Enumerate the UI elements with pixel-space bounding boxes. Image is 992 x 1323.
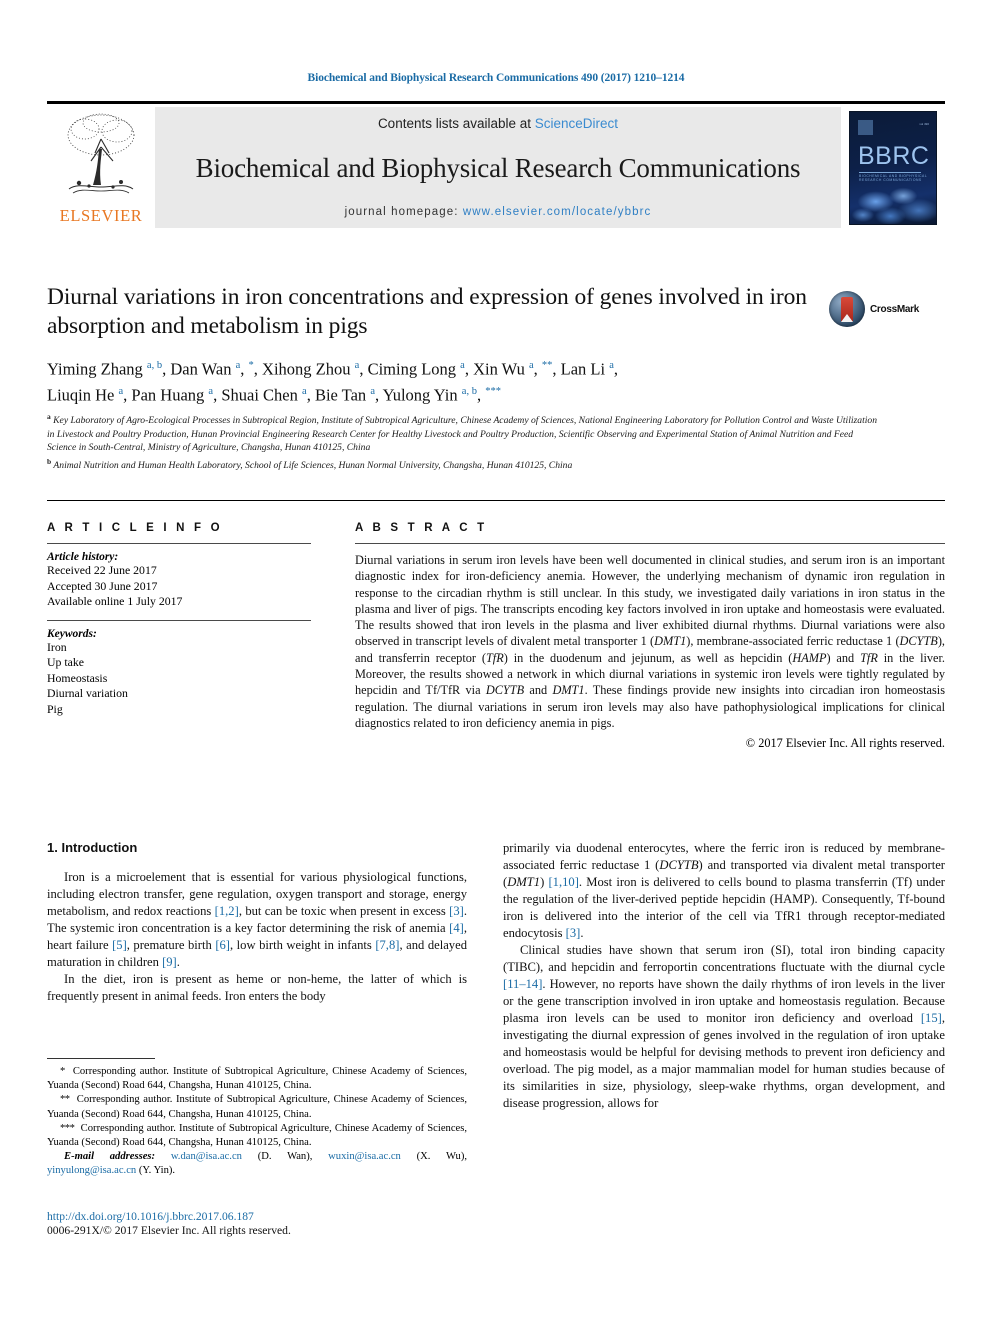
keywords-list: Iron Up take Homeostasis Diurnal variati… xyxy=(47,640,311,718)
affiliation-a: a Key Laboratory of Agro-Ecological Proc… xyxy=(47,412,877,454)
footnote-divider xyxy=(47,1058,155,1059)
corresponding-author-footnotes: * Corresponding author. Institute of Sub… xyxy=(47,1058,467,1179)
section-heading-introduction: 1. Introduction xyxy=(47,840,138,855)
cover-title: BBRC xyxy=(858,141,930,170)
paper-page: Biochemical and Biophysical Research Com… xyxy=(0,0,992,1323)
crossmark-icon xyxy=(829,291,865,327)
masthead-center: Contents lists available at ScienceDirec… xyxy=(155,107,841,228)
footnote-email-addresses[interactable]: E-mail addresses: w.dan@isa.ac.cn (D. Wa… xyxy=(47,1150,467,1178)
crossmark-label: CrossMark xyxy=(870,303,919,315)
issn-copyright-line: 0006-291X/© 2017 Elsevier Inc. All right… xyxy=(47,1224,291,1237)
crossmark-badge[interactable]: CrossMark xyxy=(829,288,947,330)
journal-title: Biochemical and Biophysical Research Com… xyxy=(195,153,801,183)
intro-paragraph-1: Iron is a microelement that is essential… xyxy=(47,870,467,969)
body-column-left: 1. Introduction Iron is a microelement t… xyxy=(47,840,467,1005)
affiliation-b-text: Animal Nutrition and Human Health Labora… xyxy=(53,460,573,472)
author-list: Yiming Zhang a, b, Dan Wan a, *, Xihong … xyxy=(47,355,847,407)
contents-available-line: Contents lists available at ScienceDirec… xyxy=(378,116,618,131)
affiliations: a Key Laboratory of Agro-Ecological Proc… xyxy=(47,410,877,473)
title-area: Diurnal variations in iron concentration… xyxy=(47,283,837,341)
author-line-1: Yiming Zhang a, b, Dan Wan a, *, Xihong … xyxy=(47,359,618,379)
abstract-divider xyxy=(355,543,945,544)
intro-paragraph-2: In the diet, iron is present as heme or … xyxy=(47,972,467,1003)
intro-paragraph-4: Clinical studies have shown that serum i… xyxy=(503,943,945,1110)
keyword-item: Pig xyxy=(47,701,63,716)
keyword-item: Iron xyxy=(47,639,67,654)
keywords-label: Keywords: xyxy=(47,627,97,640)
accepted-date: Accepted 30 June 2017 xyxy=(47,578,158,593)
journal-masthead: ELSEVIER Contents lists available at Sci… xyxy=(47,101,945,228)
homepage-prefix: journal homepage: xyxy=(344,206,463,218)
cover-subtitle: BIOCHEMICAL AND BIOPHYSICAL RESEARCH COM… xyxy=(859,173,928,182)
elsevier-wordmark: ELSEVIER xyxy=(59,206,143,225)
cover-emblem-icon xyxy=(858,119,873,135)
cover-divider xyxy=(859,171,921,173)
abstract-text: Diurnal variations in serum iron levels … xyxy=(355,553,945,730)
author-line-2: Liuqin He a, Pan Huang a, Shuai Chen a, … xyxy=(47,385,501,405)
running-head: Biochemical and Biophysical Research Com… xyxy=(307,72,685,84)
article-history-label: Article history: xyxy=(47,551,119,563)
panel-top-divider xyxy=(47,500,945,501)
journal-homepage-line: journal homepage: www.elsevier.com/locat… xyxy=(345,206,652,218)
page-title: Diurnal variations in iron concentration… xyxy=(47,284,807,339)
footnote-1: * Corresponding author. Institute of Sub… xyxy=(47,1066,467,1092)
abstract-copyright: © 2017 Elsevier Inc. All rights reserved… xyxy=(745,736,945,751)
keyword-item: Up take xyxy=(47,655,85,669)
info-abstract-panel: A R T I C L E I N F O Article history: R… xyxy=(47,500,945,750)
homepage-url-link[interactable]: www.elsevier.com/locate/ybbrc xyxy=(463,206,652,218)
abstract-block: A B S T R A C T Diurnal variations in se… xyxy=(355,522,945,751)
affiliation-b: b Animal Nutrition and Human Health Labo… xyxy=(47,456,573,472)
abstract-heading: A B S T R A C T xyxy=(355,522,488,534)
footnote-2: ** Corresponding author. Institute of Su… xyxy=(47,1094,467,1120)
affiliation-a-text: Key Laboratory of Agro-Ecological Proces… xyxy=(47,415,877,454)
sciencedirect-link[interactable]: ScienceDirect xyxy=(535,116,618,131)
journal-cover-thumbnail: vol 490 BBRC BIOCHEMICAL AND BIOPHYSICAL… xyxy=(841,107,945,228)
keyword-item: Homeostasis xyxy=(47,670,108,685)
elsevier-logo: ELSEVIER xyxy=(47,107,155,228)
available-online-date: Available online 1 July 2017 xyxy=(47,594,183,608)
article-info-heading: A R T I C L E I N F O xyxy=(47,522,223,534)
article-info-block: A R T I C L E I N F O Article history: R… xyxy=(47,522,311,717)
article-info-divider-2 xyxy=(47,619,311,621)
contents-prefix: Contents lists available at xyxy=(377,116,535,131)
doi-link[interactable]: http://dx.doi.org/10.1016/j.bbrc.2017.06… xyxy=(47,1210,477,1223)
cover-issue-text: vol 490 xyxy=(919,121,929,126)
intro-paragraph-3: primarily via duodenal enterocytes, wher… xyxy=(503,841,945,940)
footer-doi-block: http://dx.doi.org/10.1016/j.bbrc.2017.06… xyxy=(47,1210,477,1237)
received-date: Received 22 June 2017 xyxy=(47,563,157,577)
elsevier-tree-icon xyxy=(67,113,135,194)
article-info-divider-1 xyxy=(47,543,311,544)
body-column-right: primarily via duodenal enterocytes, wher… xyxy=(503,840,945,1112)
keyword-item: Diurnal variation xyxy=(47,686,128,700)
footnote-3: *** Corresponding author. Institute of S… xyxy=(47,1122,467,1149)
